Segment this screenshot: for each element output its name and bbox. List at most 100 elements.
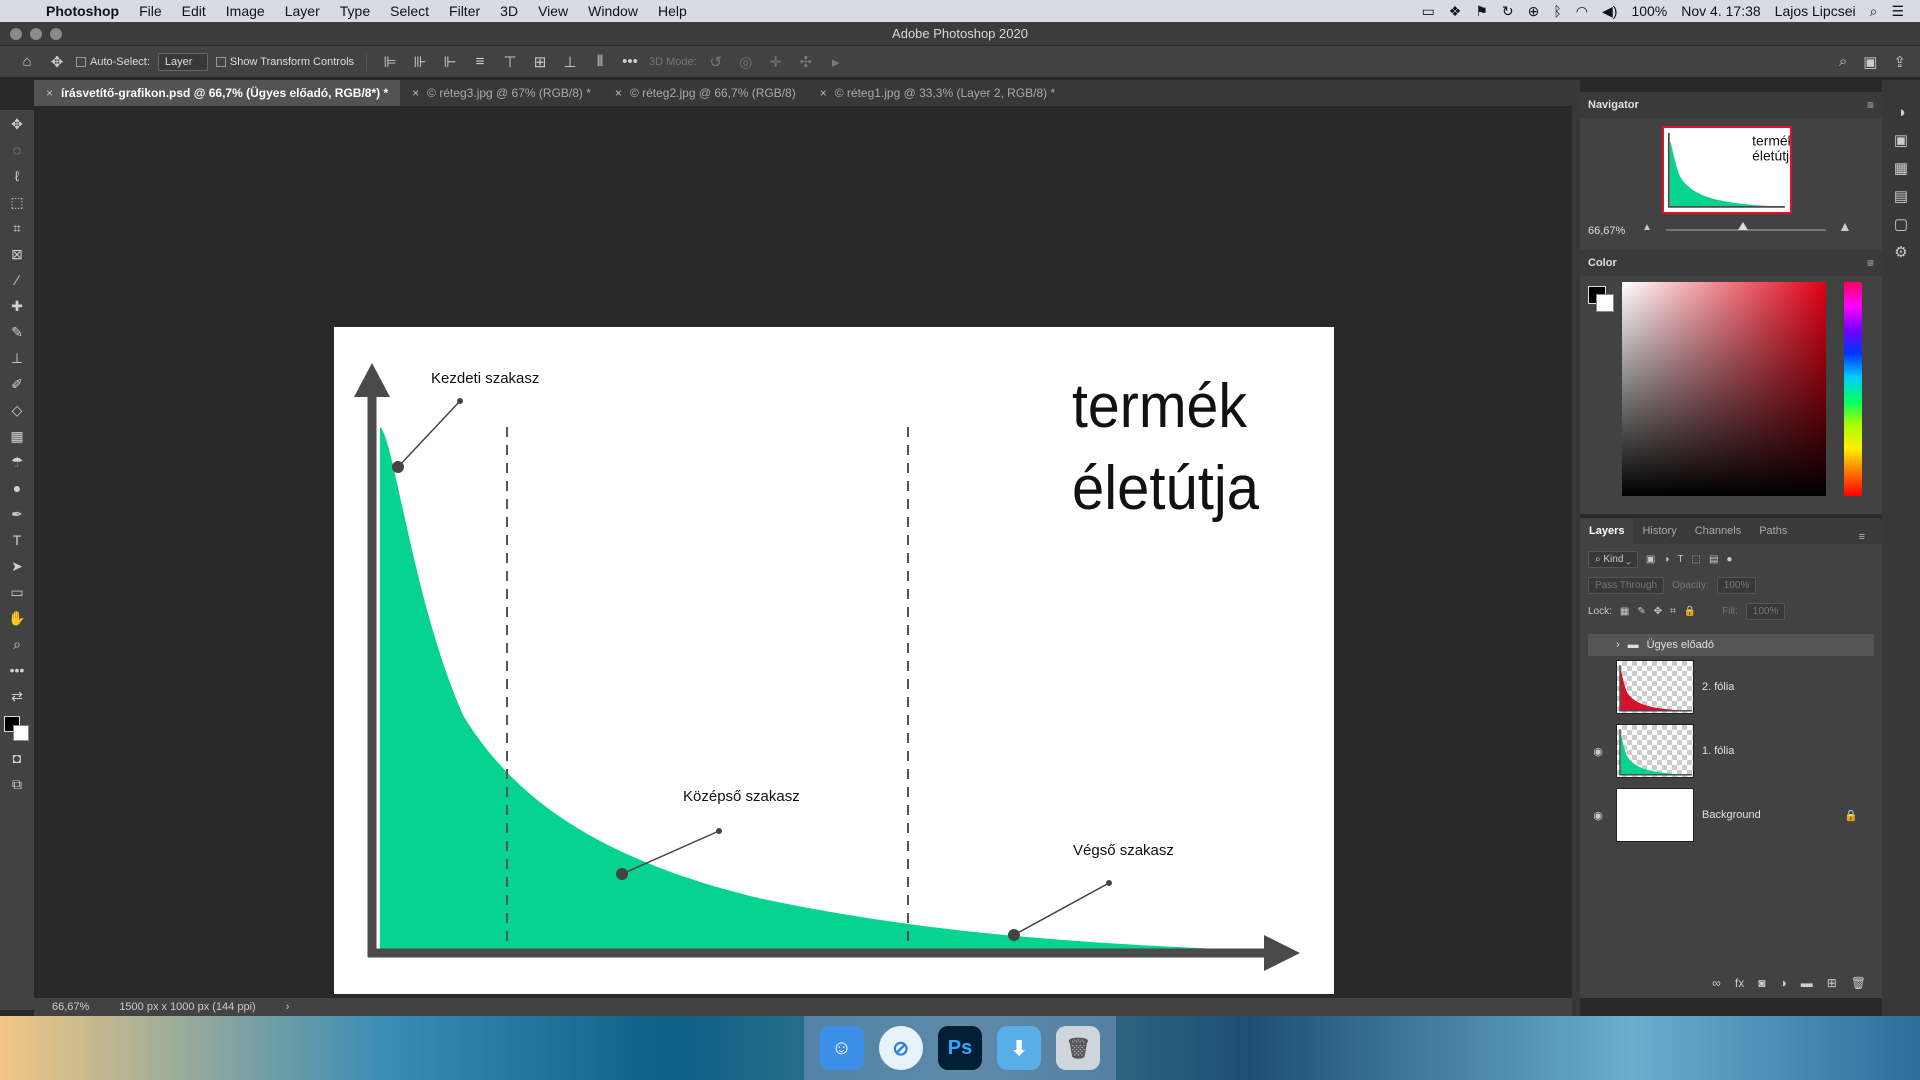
pan-3d-icon[interactable]: ✛ — [765, 51, 787, 73]
type-tool-icon[interactable]: T — [6, 530, 28, 550]
crop-tool-icon[interactable]: ⌗ — [6, 218, 28, 238]
menu-filter[interactable]: Filter — [439, 3, 490, 19]
marquee-tool-icon[interactable]: ◌ — [6, 140, 28, 160]
zoom-tool-icon[interactable]: ⌕ — [6, 634, 28, 654]
adjustments-icon[interactable]: ◑ — [1896, 104, 1905, 121]
filter-shape-icon[interactable]: ⬚ — [1692, 554, 1701, 565]
zoom-window-button[interactable] — [50, 28, 62, 40]
visibility-eye-icon[interactable]: ◉ — [1588, 745, 1608, 758]
wifi-icon[interactable]: ◠ — [1576, 3, 1588, 20]
roll-3d-icon[interactable]: ◎ — [735, 51, 757, 73]
align-left-icon[interactable]: ⊫ — [379, 51, 401, 73]
color-picker-field[interactable] — [1622, 282, 1826, 496]
properties-icon[interactable]: ⚙ — [1894, 243, 1907, 261]
status-doc-size[interactable]: 1500 px x 1000 px (144 ppi) — [119, 1001, 255, 1013]
menu-edit[interactable]: Edit — [172, 3, 216, 19]
layer-name[interactable]: 2. fólia — [1702, 681, 1734, 693]
hue-slider[interactable] — [1844, 282, 1862, 496]
lock-position-icon[interactable]: ✥ — [1654, 606, 1662, 617]
hand-tool-icon[interactable]: ✋ — [6, 608, 28, 628]
gradients-icon[interactable]: ▣ — [1894, 131, 1908, 149]
menu-select[interactable]: Select — [380, 3, 439, 19]
close-window-button[interactable] — [10, 28, 22, 40]
layer-row[interactable]: 2. fólia — [1588, 660, 1874, 714]
align-center-icon[interactable]: ⊪ — [409, 51, 431, 73]
auto-select-dropdown[interactable]: Layer — [157, 52, 208, 71]
filter-pixel-icon[interactable]: ▣ — [1646, 554, 1655, 565]
fill-input[interactable]: 100% — [1745, 602, 1786, 620]
share-icon[interactable]: ⇪ — [1893, 53, 1906, 71]
align-right-icon[interactable]: ⊩ — [439, 51, 461, 73]
new-layer-icon[interactable]: ⊞ — [1827, 976, 1837, 990]
delete-layer-icon[interactable]: 🗑 — [1851, 976, 1866, 990]
display-icon[interactable]: ▭ — [1422, 3, 1435, 20]
layer-name[interactable]: 1. fólia — [1702, 745, 1734, 757]
flag-icon[interactable]: ⚑ — [1475, 3, 1488, 20]
transform-controls-checkbox[interactable] — [215, 56, 226, 67]
close-tab-icon[interactable]: × — [412, 80, 419, 106]
patterns-icon[interactable]: ▤ — [1894, 187, 1908, 205]
tab-channels[interactable]: Channels — [1686, 518, 1750, 544]
doc-tab[interactable]: × © réteg3.jpg @ 67% (RGB/8) * — [400, 80, 603, 106]
dodge-tool-icon[interactable]: ● — [6, 478, 28, 498]
workspace-icon[interactable]: ▣ — [1863, 53, 1877, 71]
eyedropper-tool-icon[interactable]: ⁄ — [6, 270, 28, 290]
home-icon[interactable]: ⌂ — [16, 51, 38, 73]
control-center-icon[interactable]: ☰ — [1891, 3, 1904, 20]
user-name[interactable]: Lajos Lipcsei — [1775, 3, 1856, 19]
menu-layer[interactable]: Layer — [275, 3, 330, 19]
history-brush-tool-icon[interactable]: ✐ — [6, 374, 28, 394]
orbit-3d-icon[interactable]: ↺ — [705, 51, 727, 73]
align-bottom-icon[interactable]: ⊥ — [559, 51, 581, 73]
time-machine-icon[interactable]: ↻ — [1502, 3, 1514, 20]
menu-help[interactable]: Help — [648, 3, 697, 19]
menu-image[interactable]: Image — [216, 3, 275, 19]
zoom-out-icon[interactable]: ▲ — [1642, 222, 1652, 233]
add-mask-icon[interactable]: ◙ — [1758, 976, 1765, 990]
lock-pixels-icon[interactable]: ✎ — [1637, 606, 1645, 617]
brush-tool-icon[interactable]: ✎ — [6, 322, 28, 342]
align-top-icon[interactable]: ⊤ — [499, 51, 521, 73]
menu-app[interactable]: Photoshop — [36, 3, 129, 19]
zoom-in-icon[interactable]: ▲ — [1838, 218, 1852, 234]
panel-collapse-strip[interactable] — [1572, 80, 1580, 1016]
lock-artboard-icon[interactable]: ⌗ — [1670, 606, 1676, 617]
battery-status[interactable]: 100% — [1631, 3, 1667, 19]
slide-3d-icon[interactable]: ✣ — [795, 51, 817, 73]
blur-tool-icon[interactable]: ☂ — [6, 452, 28, 472]
downloads-folder-icon[interactable]: ⬇ — [997, 1026, 1042, 1070]
photoshop-icon[interactable]: Ps — [937, 1026, 982, 1070]
layer-row[interactable]: ◉ Background 🔒 — [1588, 788, 1874, 842]
lasso-tool-icon[interactable]: ℓ — [6, 166, 28, 186]
navigator-thumbnail[interactable]: termék életútja — [1662, 126, 1792, 214]
panel-menu-icon[interactable]: ≡ — [1867, 256, 1874, 270]
doc-tab[interactable]: × © réteg2.jpg @ 66,7% (RGB/8) — [603, 80, 808, 106]
quick-mask-icon[interactable]: ◘ — [6, 748, 28, 768]
minimize-window-button[interactable] — [30, 28, 42, 40]
navigator-zoom-value[interactable]: 66,67% — [1588, 225, 1625, 237]
filter-adjustment-icon[interactable]: ◑ — [1663, 554, 1669, 565]
doc-tab[interactable]: × © réteg1.jpg @ 33,3% (Layer 2, RGB/8) * — [808, 80, 1067, 106]
menu-type[interactable]: Type — [330, 3, 380, 19]
align-middle-icon[interactable]: ⊞ — [529, 51, 551, 73]
blend-mode-dropdown[interactable]: Pass Through — [1588, 576, 1665, 594]
more-tools-icon[interactable]: ••• — [6, 660, 28, 680]
move-tool-icon[interactable]: ✥ — [6, 114, 28, 134]
globe-icon[interactable]: ⊕ — [1528, 3, 1540, 20]
gradient-tool-icon[interactable]: ▦ — [6, 426, 28, 446]
layer-row[interactable]: ◉ 1. fólia — [1588, 724, 1874, 778]
filter-smart-object-icon[interactable]: ▤ — [1709, 554, 1718, 565]
swatches-icon[interactable]: ▦ — [1894, 159, 1908, 177]
trash-icon[interactable]: 🗑 — [1056, 1026, 1101, 1070]
healing-brush-tool-icon[interactable]: ✚ — [6, 296, 28, 316]
menu-file[interactable]: File — [129, 3, 172, 19]
lock-all-icon[interactable]: 🔒 — [1684, 606, 1696, 617]
frame-tool-icon[interactable]: ⊠ — [6, 244, 28, 264]
object-select-tool-icon[interactable]: ⬚ — [6, 192, 28, 212]
layer-name[interactable]: Background — [1702, 809, 1761, 821]
safari-icon[interactable]: ⊘ — [878, 1026, 923, 1070]
background-color-swatch[interactable] — [1596, 294, 1614, 312]
move-tool-icon[interactable]: ✥ — [46, 51, 68, 73]
tab-history[interactable]: History — [1633, 518, 1685, 544]
layer-group-row[interactable]: › ▬ Ügyes előadó — [1588, 634, 1874, 656]
